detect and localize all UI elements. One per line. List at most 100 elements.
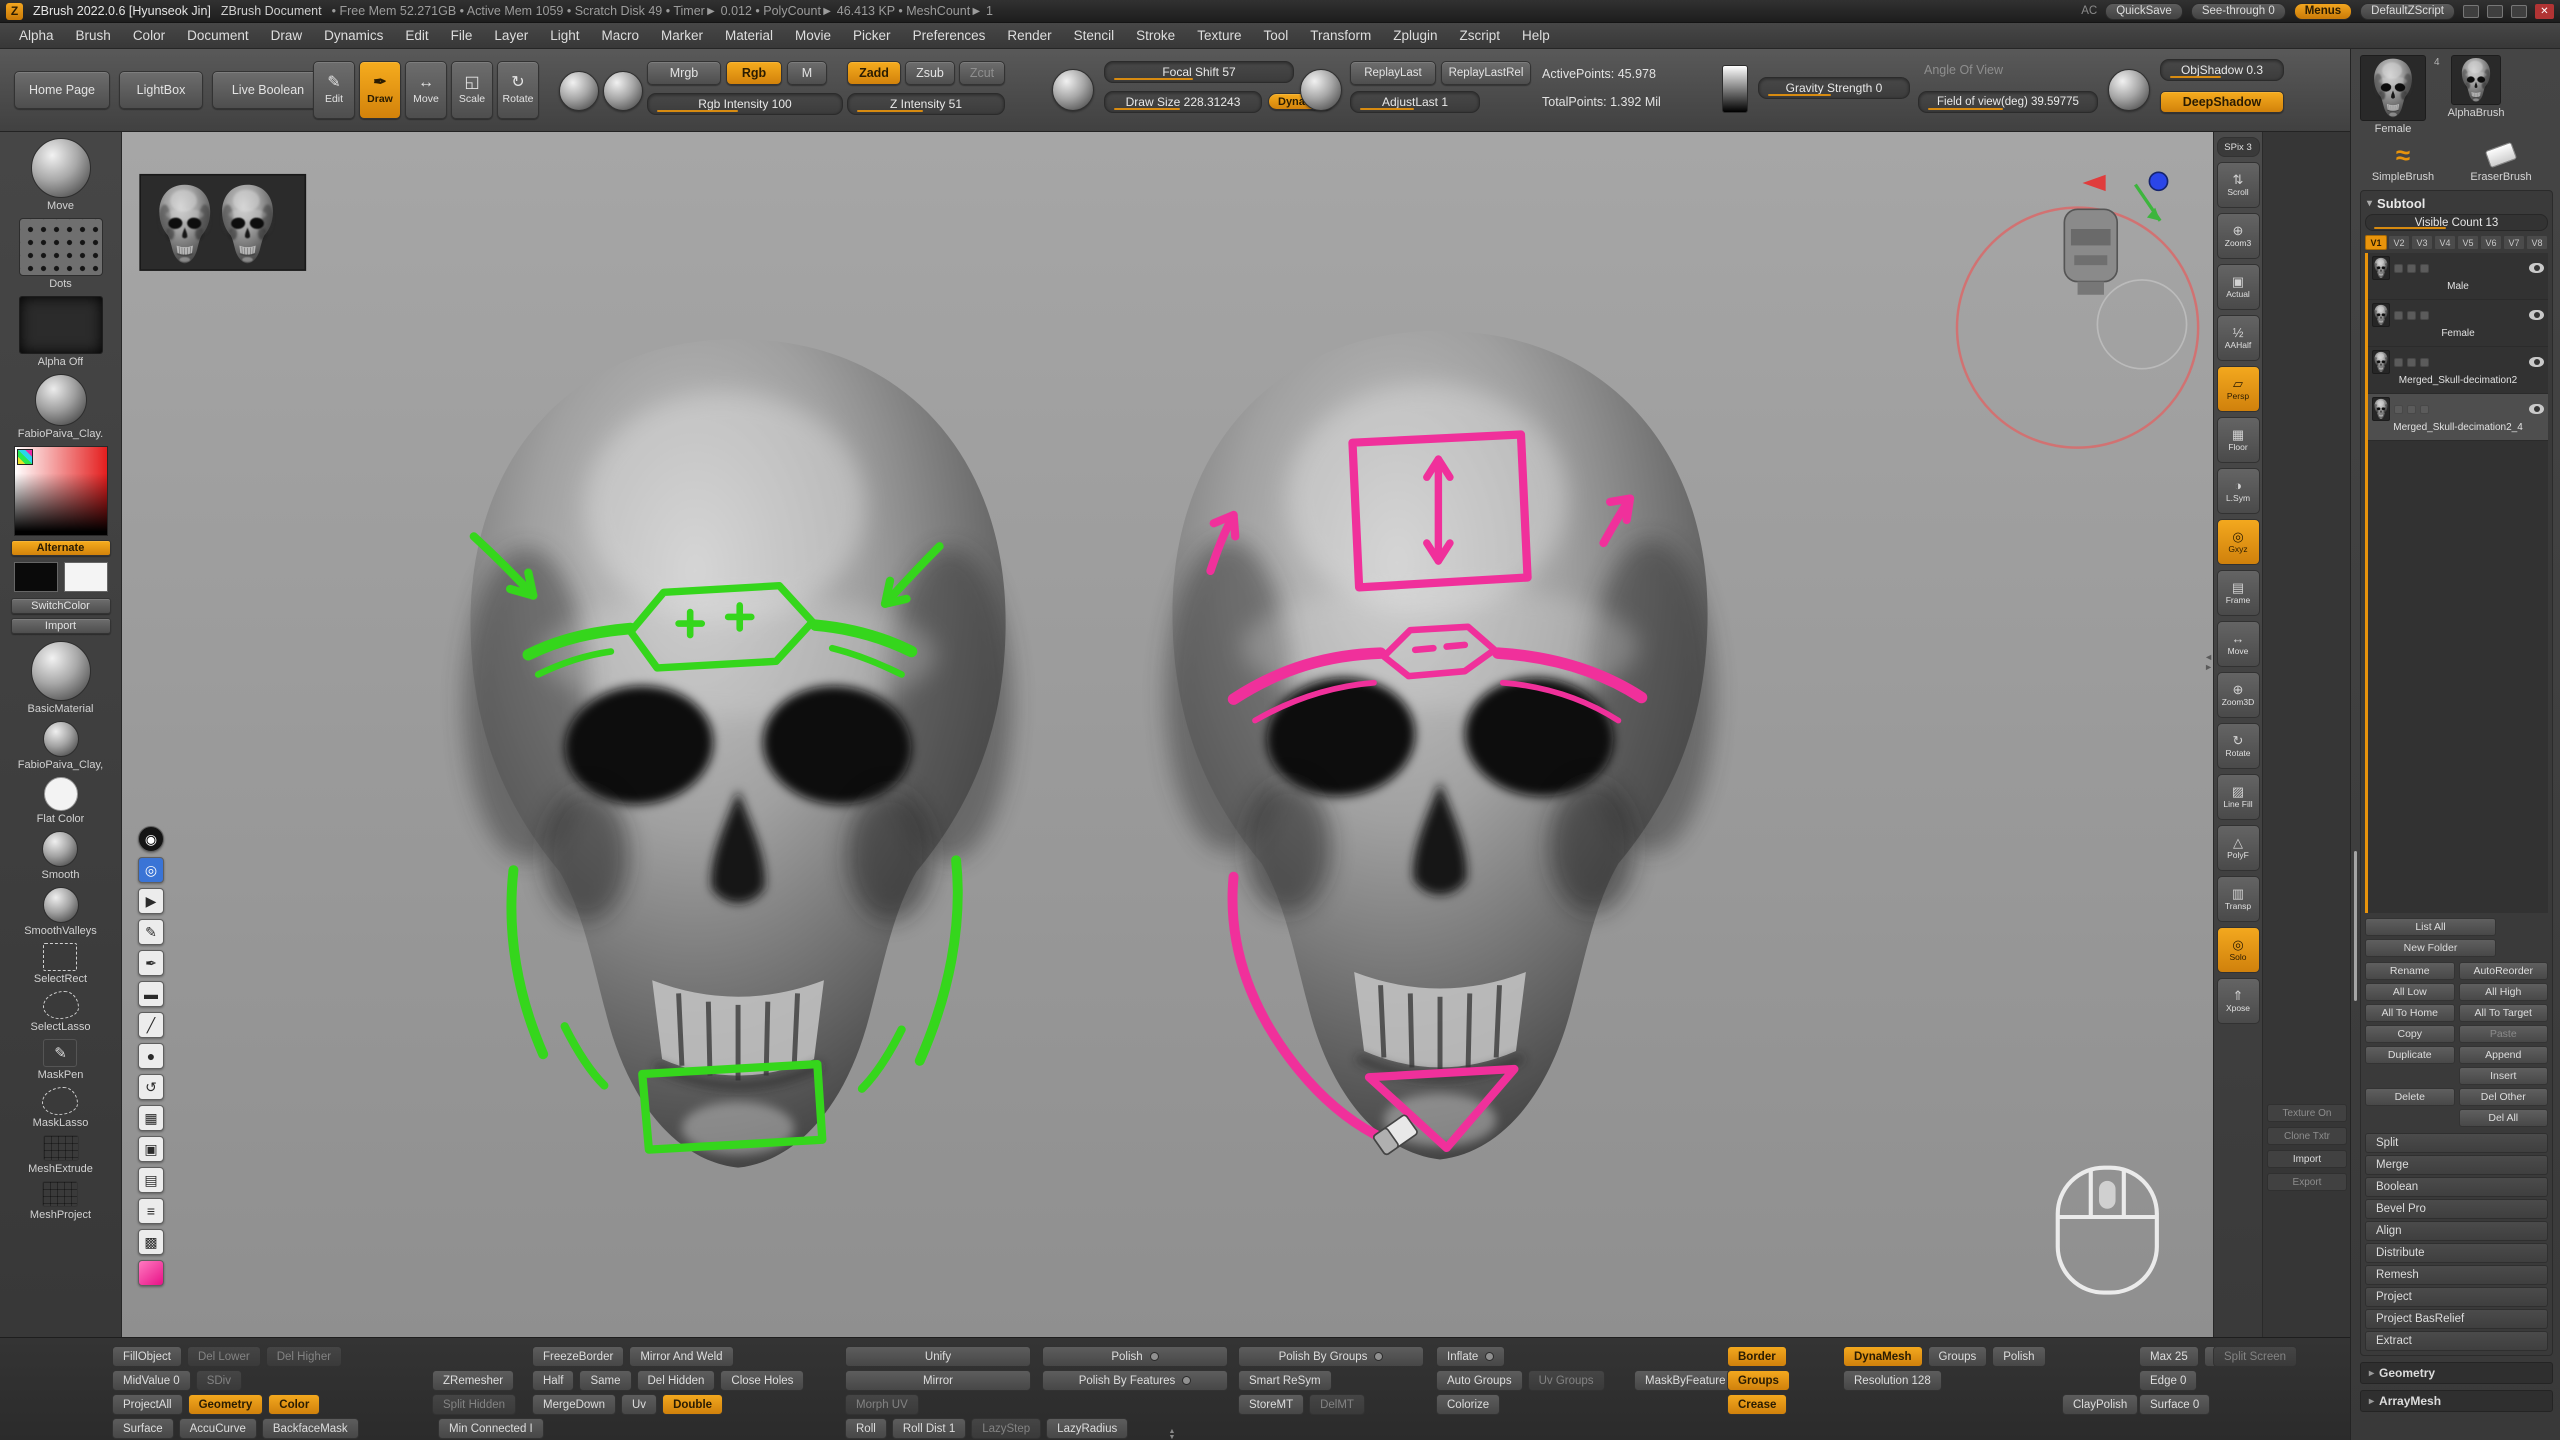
bottom-button[interactable]: MaskByFeature	[1634, 1370, 1737, 1391]
replay-icon[interactable]	[1300, 69, 1342, 111]
menu-item[interactable]: Light	[539, 25, 590, 46]
menu-item[interactable]: Zscript	[1449, 25, 1512, 46]
bottom-button[interactable]: Resolution 128	[1843, 1370, 1942, 1391]
polypaint-toggle-icon[interactable]	[2394, 264, 2403, 273]
live-boolean-button[interactable]: Live Boolean	[212, 71, 324, 109]
stroke-preview-icon[interactable]	[603, 71, 643, 111]
menu-item[interactable]: Transform	[1299, 25, 1382, 46]
import-texture-button[interactable]: Import	[11, 618, 111, 634]
tray-item[interactable]: MaskPen	[38, 1039, 84, 1081]
right-shelf-button[interactable]: ▥ Transp	[2217, 876, 2260, 922]
bottom-button[interactable]: Split Screen	[2213, 1346, 2297, 1367]
version-tab[interactable]: V8	[2526, 235, 2548, 250]
canvas-tool-button[interactable]: ◎	[138, 857, 164, 883]
zadd-button[interactable]: Zadd	[847, 61, 901, 85]
subtool-section-bar[interactable]: Project BasRelief	[2365, 1309, 2548, 1329]
skull-model-right[interactable]	[1166, 331, 1714, 1160]
bottom-button[interactable]: Groups	[1928, 1346, 1988, 1367]
rgb-intensity-slider[interactable]: Rgb Intensity 100	[647, 93, 843, 115]
right-shelf-button[interactable]: ⊕ Zoom3	[2217, 213, 2260, 259]
secondary-color-swatch[interactable]	[64, 562, 108, 592]
mode-button[interactable]: ↔ Move	[405, 61, 447, 119]
menu-item[interactable]: Tool	[1252, 25, 1299, 46]
bottom-button[interactable]: Surface	[112, 1418, 174, 1439]
menu-item[interactable]: Dynamics	[313, 25, 394, 46]
bottom-button[interactable]: Uv Groups	[1528, 1370, 1605, 1391]
alternate-button[interactable]: Alternate	[11, 540, 111, 556]
menu-item[interactable]: Picker	[842, 25, 902, 46]
canvas-tool-button[interactable]: ▦	[138, 1105, 164, 1131]
tray-item[interactable]: MeshExtrude	[28, 1135, 93, 1175]
polypaint-toggle-icon[interactable]	[2394, 311, 2403, 320]
bottom-button[interactable]: Border	[1727, 1346, 1787, 1367]
bottom-button[interactable]: Polish By Features	[1042, 1370, 1228, 1391]
canvas-tool-button[interactable]: ▶	[138, 888, 164, 914]
menus-button[interactable]: Menus	[2294, 3, 2352, 20]
eraser-selector[interactable]: EraserBrush	[2458, 140, 2544, 183]
subtool-action-left[interactable]: Copy	[2365, 1025, 2455, 1043]
window-screen-icon[interactable]	[2487, 5, 2503, 18]
bottom-button[interactable]: Color	[268, 1394, 320, 1415]
z-intensity-slider[interactable]: Z Intensity 51	[847, 93, 1005, 115]
draw-size-slider[interactable]: Draw Size 228.31243	[1104, 91, 1262, 113]
subtool-section-bar[interactable]: Boolean	[2365, 1177, 2548, 1197]
canvas-tool-button[interactable]: ╱	[138, 1012, 164, 1038]
material-toggle-icon[interactable]	[2420, 405, 2429, 414]
shadow-preview-icon[interactable]	[2108, 69, 2150, 111]
canvas-tool-button[interactable]: ✎	[138, 919, 164, 945]
subtool-row[interactable]: Merged_Skull-decimation2_4	[2368, 394, 2548, 441]
menu-item[interactable]: Help	[1511, 25, 1561, 46]
subtool-section-bar[interactable]: Align	[2365, 1221, 2548, 1241]
canvas-tool-button[interactable]: ▩	[138, 1229, 164, 1255]
window-minimize-icon[interactable]	[2511, 5, 2527, 18]
bottom-button[interactable]: Split Hidden	[432, 1394, 516, 1415]
right-shelf-button[interactable]: ◑ L.Sym	[2217, 468, 2260, 514]
bottom-button[interactable]: Inflate	[1436, 1346, 1505, 1367]
panel-scrollbar[interactable]	[2354, 851, 2357, 1001]
subtool-action-left[interactable]: Duplicate	[2365, 1046, 2455, 1064]
list-all-button[interactable]: List All	[2365, 918, 2496, 936]
right-shelf-button[interactable]: ½ AAHalf	[2217, 315, 2260, 361]
bottom-button[interactable]: Polish	[1992, 1346, 2045, 1367]
tray-item[interactable]: FabioPaiva_Clay,	[18, 721, 103, 771]
version-tab[interactable]: V1	[2365, 235, 2387, 250]
right-shelf-button[interactable]: ▦ Floor	[2217, 417, 2260, 463]
canvas-edge-divider[interactable]	[2204, 652, 2213, 672]
quicksave-button[interactable]: QuickSave	[2105, 3, 2183, 20]
bottom-button[interactable]: MidValue 0	[112, 1370, 191, 1391]
see-through-slider[interactable]: See-through 0	[2191, 3, 2286, 20]
gravity-direction-icon[interactable]	[1722, 65, 1748, 113]
menu-item[interactable]: Material	[714, 25, 784, 46]
canvas-tool-button[interactable]: ≡	[138, 1198, 164, 1224]
right-shelf-button[interactable]: ▤ Frame	[2217, 570, 2260, 616]
color-spectrum-icon[interactable]	[17, 449, 33, 465]
right-shelf-button[interactable]: ↻ Rotate	[2217, 723, 2260, 769]
camera-gizmo[interactable]	[1957, 172, 2198, 447]
tray-item[interactable]: Alpha Off	[19, 296, 103, 368]
menu-item[interactable]: Layer	[483, 25, 539, 46]
right-shelf-button[interactable]: ⇑ Xpose	[2217, 978, 2260, 1024]
right-shelf-button[interactable]: ▱ Persp	[2217, 366, 2260, 412]
field-of-view-slider[interactable]: Field of view(deg) 39.59775	[1918, 91, 2098, 113]
bottom-button[interactable]: ProjectAll	[112, 1394, 183, 1415]
material-toggle-icon[interactable]	[2420, 358, 2429, 367]
polypaint-toggle-icon[interactable]	[2394, 358, 2403, 367]
bottom-button[interactable]: Min Connected I	[438, 1418, 544, 1439]
color-gradient-picker[interactable]	[14, 446, 108, 536]
uv-toggle-icon[interactable]	[2407, 405, 2416, 414]
tray-item[interactable]: MeshProject	[30, 1181, 91, 1221]
eye-icon[interactable]	[2529, 357, 2544, 367]
subtool-action-right[interactable]: All High	[2459, 983, 2549, 1001]
canvas-tool-button[interactable]: ↺	[138, 1074, 164, 1100]
eye-icon[interactable]	[2529, 404, 2544, 414]
new-folder-button[interactable]: New Folder	[2365, 939, 2496, 957]
alpha-thumbnail[interactable]	[2451, 55, 2501, 105]
tray-item[interactable]: Dots	[19, 218, 103, 290]
lightbox-button[interactable]: LightBox	[119, 71, 203, 109]
main-color-swatch[interactable]	[14, 562, 58, 592]
tray-item[interactable]: BasicMaterial	[27, 641, 93, 715]
menu-item[interactable]: Zplugin	[1382, 25, 1448, 46]
bottom-button[interactable]: Same	[579, 1370, 631, 1391]
subtool-action-right[interactable]: AutoReorder	[2459, 962, 2549, 980]
current-tool-thumbnail[interactable]	[2360, 55, 2426, 121]
